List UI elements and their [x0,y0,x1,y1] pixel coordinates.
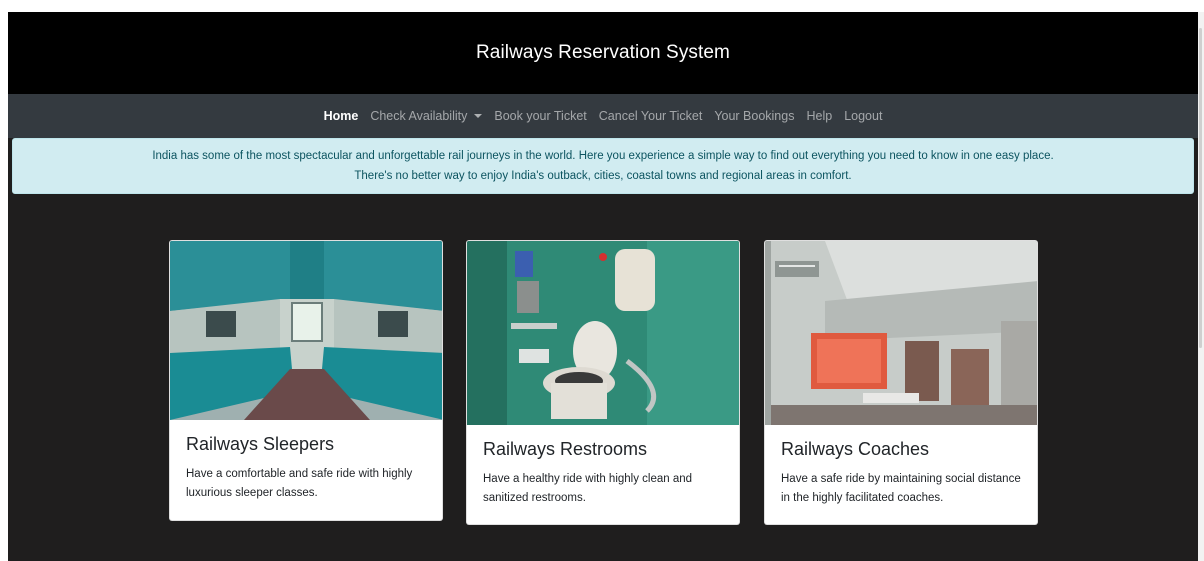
card-sleepers: Railways Sleepers Have a comfortable and… [169,240,443,521]
nav-home[interactable]: Home [318,109,365,123]
site-header: Railways Reservation System [8,12,1198,94]
card-title: Railways Restrooms [483,439,648,459]
page-frame: Railways Reservation System Home Check A… [8,12,1198,561]
nav-help-label: Help [806,109,833,123]
info-alert: India has some of the most spectacular a… [12,138,1194,194]
nav-your-bookings[interactable]: Your Bookings [708,109,800,123]
coach-interior-photo [765,241,1037,425]
nav-check-availability[interactable]: Check Availability [364,109,488,123]
nav-check-availability-label: Check Availability [370,109,468,123]
nav-logout[interactable]: Logout [838,109,888,123]
card-text: Have a safe ride by maintaining social d… [781,473,1021,504]
card-coaches: Railways Coaches Have a safe ride by mai… [764,240,1038,525]
main-navbar: Home Check Availability Book your Ticket… [8,94,1198,138]
alert-line-2: There's no better way to enjoy India's o… [354,170,852,182]
nav-cancel-ticket-label: Cancel Your Ticket [598,109,703,123]
nav-home-label: Home [323,109,359,123]
card-title: Railways Sleepers [186,434,335,454]
card-text: Have a healthy ride with highly clean an… [483,473,693,504]
scrollbar-thumb[interactable] [1199,28,1202,348]
dropdown-caret-icon [474,114,483,118]
nav-book-ticket-label: Book your Ticket [494,109,587,123]
nav-logout-label: Logout [844,109,883,123]
window-scrollbar[interactable] [1198,12,1204,561]
card-title: Railways Coaches [781,439,930,459]
nav-help[interactable]: Help [800,109,838,123]
restroom-photo [467,241,739,425]
nav-book-ticket[interactable]: Book your Ticket [488,109,592,123]
alert-line-1: India has some of the most spectacular a… [152,150,1054,162]
nav-cancel-ticket[interactable]: Cancel Your Ticket [593,109,709,123]
card-restrooms: Railways Restrooms Have a healthy ride w… [466,240,740,525]
card-text: Have a comfortable and safe ride with hi… [186,468,413,499]
site-title: Railways Reservation System [475,42,730,63]
nav-your-bookings-label: Your Bookings [714,109,795,123]
sleeper-coach-photo [170,241,442,420]
